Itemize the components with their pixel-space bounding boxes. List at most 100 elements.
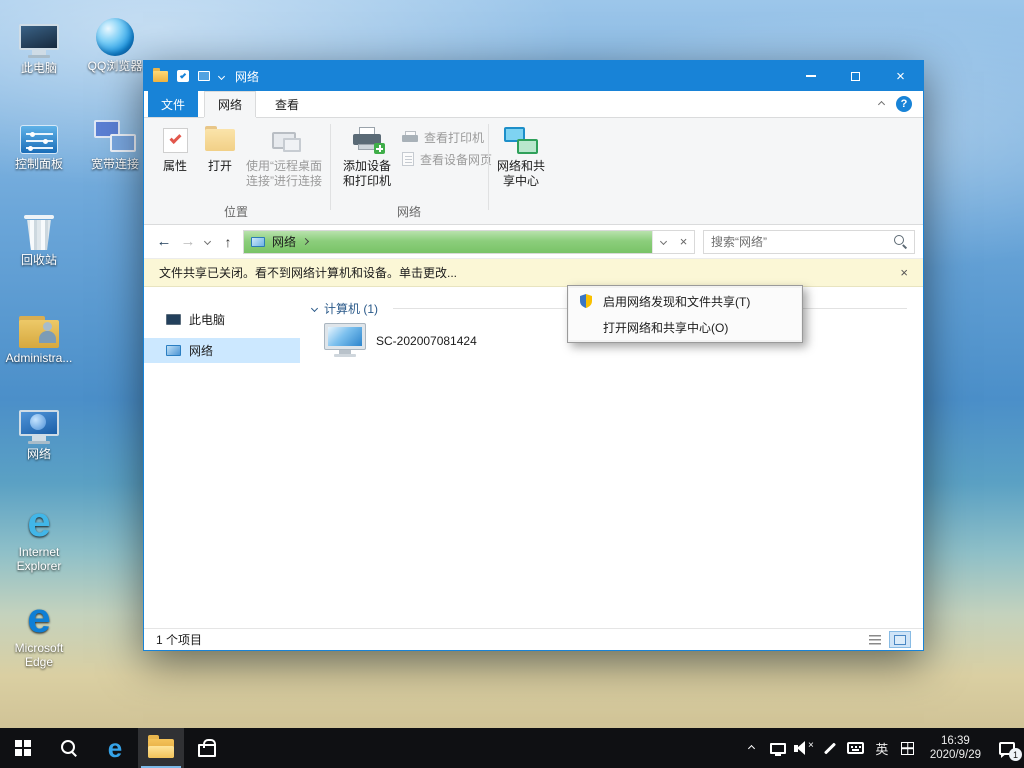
qat-properties-icon[interactable] xyxy=(177,70,189,82)
desktop-icon-network[interactable]: 网络 xyxy=(1,400,77,461)
printer-small-icon xyxy=(402,131,418,144)
nav-item-network[interactable]: 网络 xyxy=(144,338,300,363)
taskbar-edge-button[interactable]: e xyxy=(92,728,138,768)
close-button[interactable]: × xyxy=(878,61,923,91)
item-count: 1 个项目 xyxy=(156,631,202,648)
desktop-icon-qq-browser[interactable]: QQ浏览器 xyxy=(77,12,153,73)
large-icons-view-icon xyxy=(894,635,906,645)
qq-browser-icon xyxy=(96,12,134,56)
chevron-up-icon xyxy=(748,744,755,751)
webpage-small-icon xyxy=(402,152,414,166)
tray-keyboard-button[interactable] xyxy=(843,728,869,768)
group-collapse-icon[interactable] xyxy=(311,305,318,312)
properties-button[interactable]: 属性 xyxy=(154,124,196,174)
ime-language-label: 英 xyxy=(875,739,888,758)
edge-icon: e xyxy=(108,735,122,761)
menu-item-enable-discovery[interactable]: 启用网络发现和文件共享(T) xyxy=(569,288,801,314)
search-box[interactable] xyxy=(703,230,915,254)
remote-desktop-button[interactable]: 使用“远程桌面连接”进行连接 xyxy=(242,124,326,189)
clock-time: 16:39 xyxy=(941,734,970,748)
notification-bar[interactable]: 文件共享已关闭。看不到网络计算机和设备。单击更改... × xyxy=(144,259,923,287)
taskbar-clock[interactable]: 16:39 2020/9/29 xyxy=(921,734,990,762)
desktop-icon-recycle-bin[interactable]: 回收站 xyxy=(1,206,77,267)
search-input[interactable] xyxy=(711,235,888,249)
network-sharing-center-button[interactable]: 网络和共享中心 xyxy=(496,124,546,189)
show-hidden-icons-button[interactable] xyxy=(739,728,765,768)
status-bar: 1 个项目 xyxy=(144,628,923,650)
taskbar-store-button[interactable] xyxy=(184,728,230,768)
properties-icon xyxy=(163,124,188,156)
tab-file[interactable]: 文件 xyxy=(148,91,198,117)
add-devices-button[interactable]: 添加设备和打印机 xyxy=(340,124,394,189)
breadcrumb[interactable]: 网络 xyxy=(244,231,315,253)
qat-dropdown-icon[interactable] xyxy=(218,72,225,79)
details-view-icon xyxy=(869,635,881,645)
recent-locations-dropdown[interactable] xyxy=(200,239,215,244)
desktop-icon-microsoft-edge[interactable]: e Microsoft Edge xyxy=(1,594,77,669)
tray-ime-mode-button[interactable] xyxy=(895,728,921,768)
network-icon xyxy=(19,400,59,444)
taskbar-explorer-button[interactable] xyxy=(138,728,184,768)
desktop-icon-control-panel[interactable]: 控制面板 xyxy=(1,110,77,171)
computer-item[interactable]: SC-202007081424 xyxy=(324,323,477,358)
minimize-button[interactable] xyxy=(788,61,833,91)
tab-view[interactable]: 查看 xyxy=(262,91,312,117)
ribbon-separator xyxy=(330,124,331,210)
notification-close-icon[interactable]: × xyxy=(900,265,908,280)
tray-network-button[interactable] xyxy=(765,728,791,768)
open-button[interactable]: 打开 xyxy=(200,124,240,174)
start-button[interactable] xyxy=(0,728,46,768)
collapse-ribbon-icon[interactable] xyxy=(878,100,885,107)
network-mini-icon xyxy=(166,345,181,356)
navigation-pane: 此电脑 网络 xyxy=(144,287,300,628)
tray-volume-button[interactable]: × xyxy=(791,728,817,768)
clock-date: 2020/9/29 xyxy=(930,748,981,762)
computer-icon xyxy=(324,323,366,358)
this-pc-icon xyxy=(19,14,59,58)
back-button[interactable]: ← xyxy=(152,233,176,250)
notification-dropdown-menu: 启用网络发现和文件共享(T) 打开网络和共享中心(O) xyxy=(567,285,803,343)
taskbar-search-button[interactable] xyxy=(46,728,92,768)
desktop-icon-label: Administra... xyxy=(6,351,73,365)
title-bar[interactable]: 网络 × xyxy=(144,61,923,91)
network-mini-icon xyxy=(251,237,265,247)
view-device-webpage-button[interactable]: 查看设备网页 xyxy=(402,149,492,169)
qat-new-folder-icon[interactable] xyxy=(198,71,210,81)
help-button[interactable]: ? xyxy=(896,96,912,112)
window-title: 网络 xyxy=(235,68,259,85)
ribbon-group-location-label: 位置 xyxy=(150,203,322,220)
nav-item-this-pc[interactable]: 此电脑 xyxy=(144,307,300,332)
breadcrumb-network[interactable]: 网络 xyxy=(272,233,296,250)
tray-pen-button[interactable] xyxy=(817,728,843,768)
action-center-button[interactable]: 1 xyxy=(990,728,1024,768)
forward-button[interactable]: → xyxy=(176,233,200,250)
breadcrumb-chevron-icon[interactable] xyxy=(302,238,309,245)
stop-refresh-button[interactable]: × xyxy=(673,231,694,253)
maximize-button[interactable] xyxy=(833,61,878,91)
notification-message[interactable]: 文件共享已关闭。看不到网络计算机和设备。单击更改... xyxy=(159,264,457,281)
tab-network[interactable]: 网络 xyxy=(204,91,256,117)
menu-item-open-sharing-center[interactable]: 打开网络和共享中心(O) xyxy=(569,314,801,340)
volume-muted-icon: × xyxy=(794,741,814,756)
address-bar[interactable]: 网络 × xyxy=(243,230,695,254)
address-toolbar: ← → ↑ 网络 × xyxy=(144,225,923,259)
tray-language-button[interactable]: 英 xyxy=(869,728,895,768)
search-icon xyxy=(61,740,77,756)
desktop-icon-label: 控制面板 xyxy=(15,157,63,171)
desktop-icon-this-pc[interactable]: 此电脑 xyxy=(1,14,77,75)
network-status-icon xyxy=(770,743,786,754)
view-printers-button[interactable]: 查看打印机 xyxy=(402,127,484,147)
up-button[interactable]: ↑ xyxy=(215,234,241,250)
ribbon-group-network-label: 网络 xyxy=(330,203,488,220)
explorer-app-icon[interactable] xyxy=(153,71,168,82)
large-icons-view-button[interactable] xyxy=(889,631,911,648)
search-icon xyxy=(894,235,907,248)
details-view-button[interactable] xyxy=(864,631,886,648)
taskbar: e × 英 16:39 2020/9/29 1 xyxy=(0,728,1024,768)
desktop-icon-administrator[interactable]: Administra... xyxy=(1,304,77,365)
desktop-icon-label: 回收站 xyxy=(21,253,57,267)
desktop-icon-broadband[interactable]: 宽带连接 xyxy=(77,110,153,171)
store-icon xyxy=(198,744,216,757)
address-history-dropdown[interactable] xyxy=(652,231,673,253)
desktop-icon-internet-explorer[interactable]: e Internet Explorer xyxy=(1,498,77,573)
